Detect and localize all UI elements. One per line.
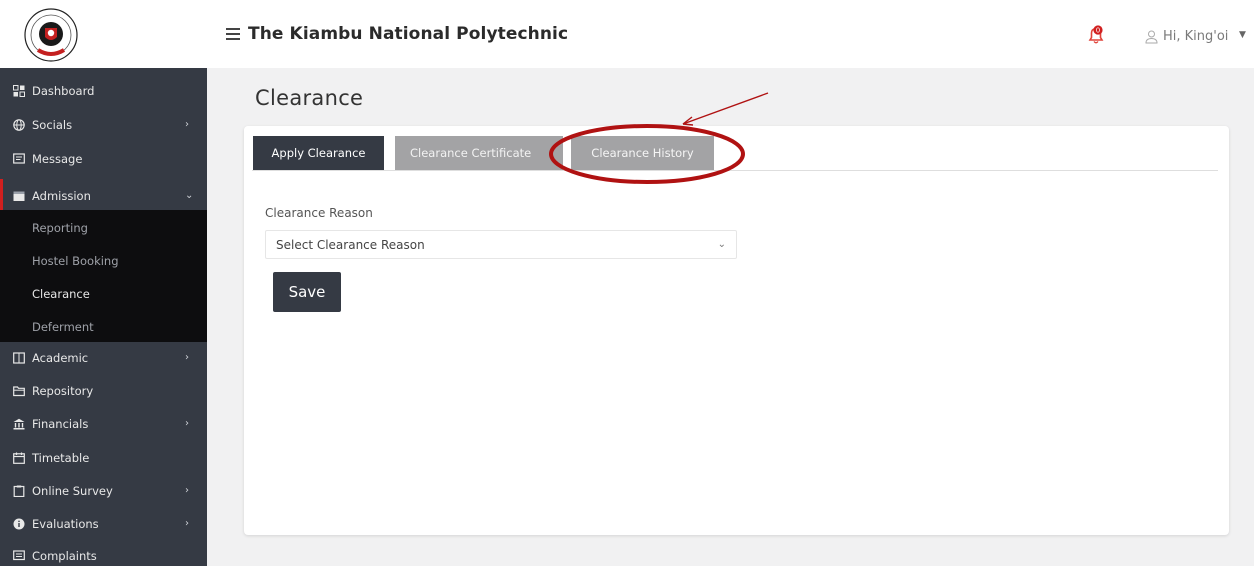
sidebar-item-online-survey[interactable]: Online Survey ›: [0, 474, 207, 507]
chevron-down-icon: ⌄: [717, 239, 726, 250]
globe-icon: [12, 118, 26, 132]
notification-bell-icon[interactable]: 0: [1085, 24, 1107, 46]
sidebar-item-label: Evaluations: [32, 516, 99, 531]
sidebar-item-label: Socials: [32, 117, 73, 132]
clearance-card: [244, 126, 1229, 535]
sidebar-item-admission[interactable]: Admission ⌄: [0, 179, 207, 212]
caret-down-icon[interactable]: ▼: [1239, 30, 1246, 40]
app-title: The Kiambu National Polytechnic: [248, 24, 569, 44]
admission-icon: [12, 189, 26, 203]
hamburger-menu-icon[interactable]: [226, 28, 240, 40]
admission-submenu: Reporting Hostel Booking Clearance Defer…: [0, 210, 207, 342]
sidebar-item-label: Timetable: [32, 450, 90, 465]
sidebar-item-socials[interactable]: Socials ›: [0, 108, 207, 141]
sidebar-item-complaints[interactable]: Complaints: [0, 539, 207, 566]
info-icon: [12, 517, 26, 531]
user-menu[interactable]: Hi, King'oi: [1163, 29, 1228, 44]
clearance-reason-select[interactable]: Select Clearance Reason ⌄: [265, 230, 737, 259]
chevron-right-icon: ›: [185, 418, 189, 429]
chevron-right-icon: ›: [185, 518, 189, 529]
submenu-item-label: Reporting: [32, 221, 88, 235]
sidebar-item-timetable[interactable]: Timetable: [0, 441, 207, 474]
sidebar-item-label: Dashboard: [32, 83, 95, 98]
message-icon: [12, 152, 26, 166]
sidebar: Dashboard Socials › Message Admission ⌄ …: [0, 68, 207, 566]
save-button[interactable]: Save: [273, 272, 341, 312]
folder-icon: [12, 384, 26, 398]
sidebar-item-label: Academic: [32, 350, 89, 365]
sidebar-item-label: Message: [32, 151, 83, 166]
chevron-down-icon: ⌄: [185, 190, 194, 201]
chevron-right-icon: ›: [185, 352, 189, 363]
sidebar-item-label: Online Survey: [32, 483, 113, 498]
submenu-item-hostel-booking[interactable]: Hostel Booking: [0, 245, 207, 278]
notification-count: 0: [1096, 27, 1100, 35]
tab-apply-clearance[interactable]: Apply Clearance: [253, 136, 384, 170]
submenu-item-clearance[interactable]: Clearance: [0, 278, 207, 311]
sidebar-item-evaluations[interactable]: Evaluations ›: [0, 507, 207, 540]
top-bar: The Kiambu National Polytechnic 0 Hi, Ki…: [0, 0, 1254, 68]
tabs-divider: [252, 170, 1218, 171]
select-value: Select Clearance Reason: [276, 238, 425, 252]
sidebar-item-financials[interactable]: Financials ›: [0, 407, 207, 440]
sidebar-item-academic[interactable]: Academic ›: [0, 341, 207, 374]
sidebar-item-dashboard[interactable]: Dashboard: [0, 74, 207, 107]
chevron-right-icon: ›: [185, 119, 189, 130]
chevron-right-icon: ›: [185, 485, 189, 496]
sidebar-item-label: Complaints: [32, 548, 97, 563]
user-icon: [1145, 29, 1158, 44]
tab-clearance-certificate[interactable]: Clearance Certificate: [395, 136, 563, 170]
dashboard-icon: [12, 84, 26, 98]
submenu-item-deferment[interactable]: Deferment: [0, 311, 207, 344]
page-title: Clearance: [255, 86, 364, 110]
calendar-icon: [12, 451, 26, 465]
sidebar-item-message[interactable]: Message: [0, 142, 207, 175]
submenu-item-reporting[interactable]: Reporting: [0, 212, 207, 245]
sidebar-item-repository[interactable]: Repository: [0, 374, 207, 407]
complaints-icon: [12, 549, 26, 563]
book-icon: [12, 351, 26, 365]
polytechnic-logo[interactable]: [22, 6, 80, 64]
sidebar-item-label: Admission: [32, 188, 91, 203]
sidebar-item-label: Financials: [32, 416, 89, 431]
tab-clearance-history[interactable]: Clearance History: [571, 136, 714, 170]
submenu-item-label: Deferment: [32, 320, 94, 334]
submenu-item-label: Clearance: [32, 287, 90, 301]
sidebar-item-label: Repository: [32, 383, 94, 398]
clipboard-icon: [12, 484, 26, 498]
bank-icon: [12, 417, 26, 431]
submenu-item-label: Hostel Booking: [32, 254, 119, 268]
clearance-reason-label: Clearance Reason: [265, 206, 373, 220]
